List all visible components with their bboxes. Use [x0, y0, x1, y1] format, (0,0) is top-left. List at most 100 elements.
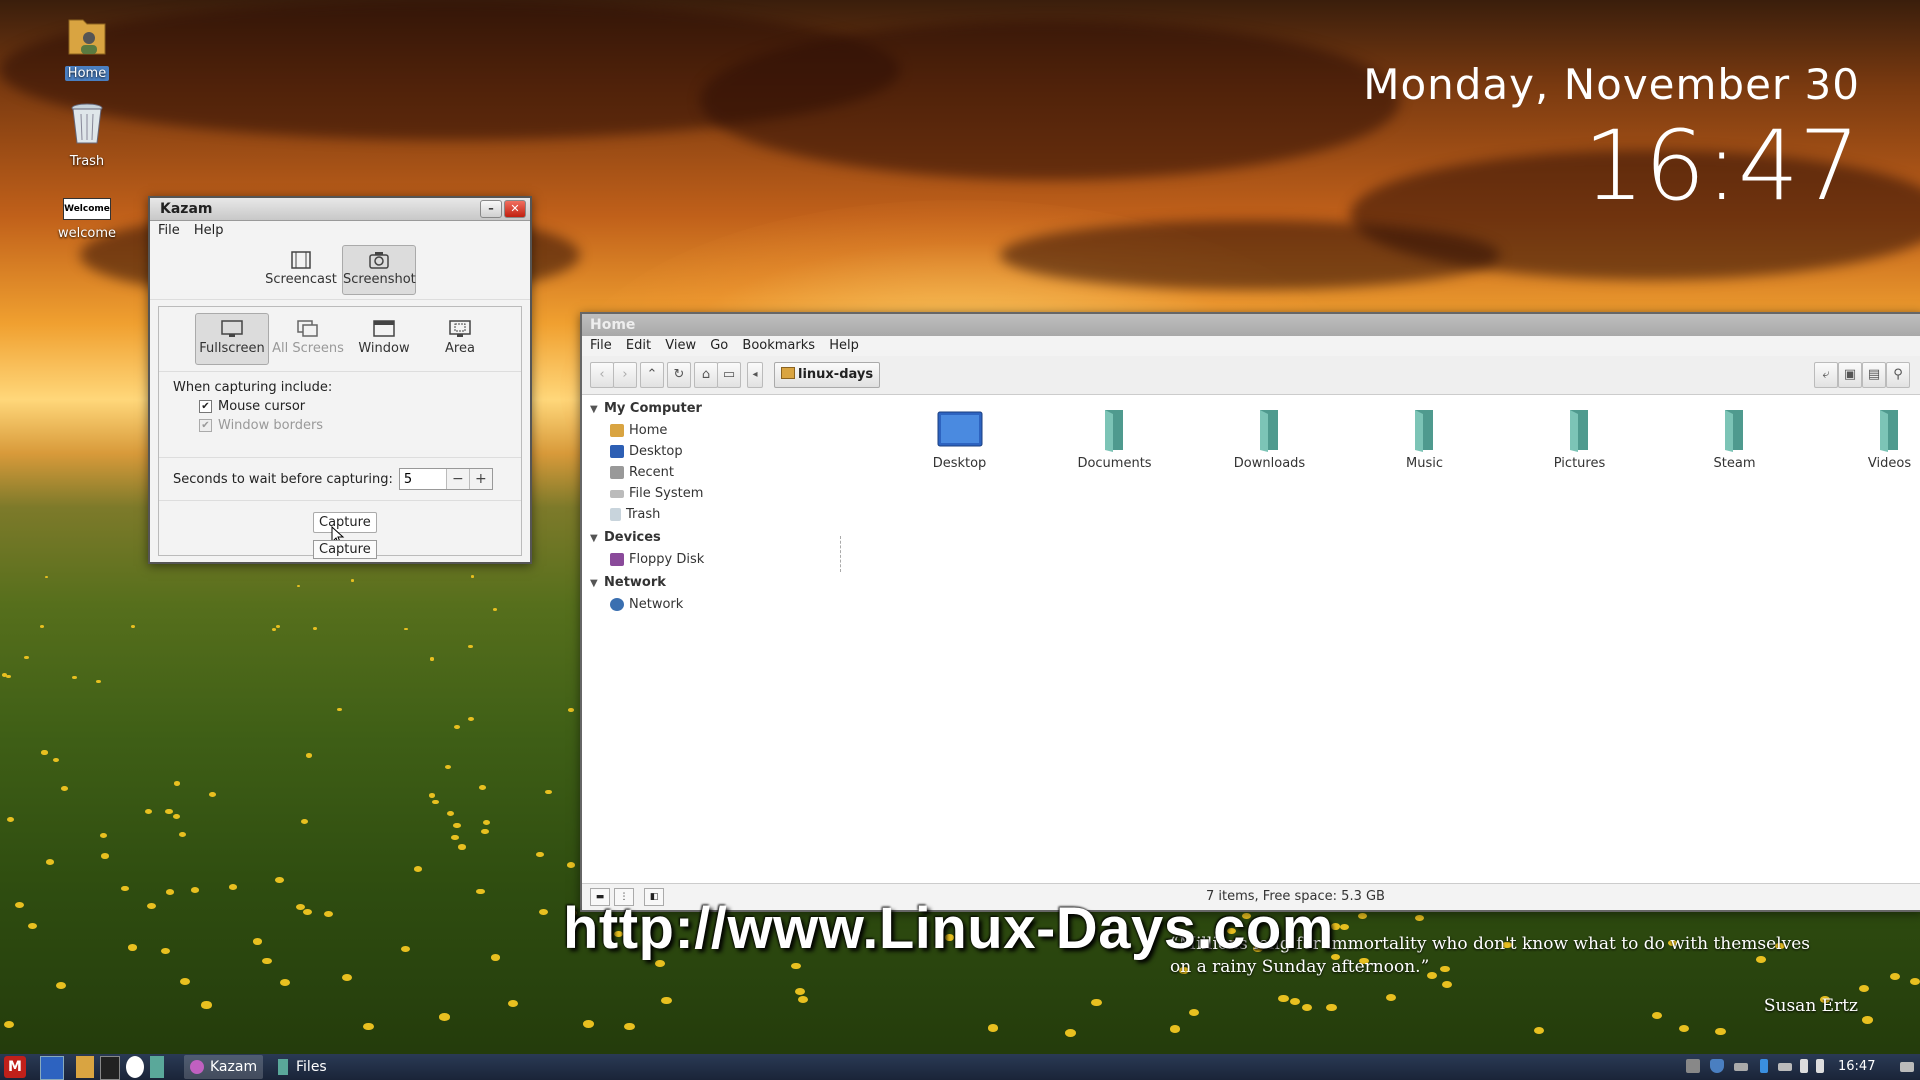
- flower-decoration: [5, 674, 11, 679]
- flower-decoration: [336, 707, 343, 712]
- sidebar-section-my-computer[interactable]: ▼ My Computer: [582, 396, 842, 420]
- file-manager-toolbar: ‹ › ⌃ ↻ ⌂ ▭ ◂ linux-days ⤶ ▣ ▤ ⚲: [582, 356, 1920, 395]
- show-desktop-tray-icon[interactable]: [1900, 1062, 1914, 1072]
- folder-item-desktop[interactable]: Desktop: [882, 408, 1037, 471]
- power-tray-icon[interactable]: [1800, 1059, 1808, 1073]
- file-manager-titlebar[interactable]: Home: [582, 314, 1920, 336]
- flower-decoration: [1188, 1009, 1200, 1017]
- sidebar-item-recent[interactable]: Recent: [582, 462, 842, 483]
- menu-file[interactable]: File: [590, 338, 612, 353]
- flower-decoration: [451, 835, 459, 841]
- menu-help[interactable]: Help: [829, 338, 859, 353]
- flower-decoration: [623, 1022, 635, 1031]
- window-title: Home: [590, 317, 636, 333]
- terminal-launcher-icon[interactable]: [100, 1056, 120, 1080]
- window-button[interactable]: Window: [347, 313, 421, 365]
- recent-icon: [610, 466, 624, 479]
- folder-item-pictures[interactable]: Pictures: [1502, 408, 1657, 471]
- taskbar-item-kazam[interactable]: Kazam: [184, 1055, 264, 1079]
- sidebar-item-desktop[interactable]: Desktop: [582, 441, 842, 462]
- folder-item-downloads[interactable]: Downloads: [1192, 408, 1347, 471]
- kazam-titlebar[interactable]: Kazam – ✕: [150, 198, 530, 221]
- flower-decoration: [100, 853, 109, 859]
- sidebar-resize-handle[interactable]: [840, 536, 841, 572]
- window-borders-option[interactable]: ✔ Window borders: [159, 414, 521, 433]
- menu-bookmarks[interactable]: Bookmarks: [742, 338, 815, 353]
- screenshot-button[interactable]: Screenshot: [342, 245, 416, 295]
- desktop-icon-home[interactable]: Home: [42, 12, 132, 81]
- menu-view[interactable]: View: [665, 338, 696, 353]
- desktop-icon-trash[interactable]: Trash: [42, 100, 132, 169]
- up-icon[interactable]: ⌃: [640, 362, 664, 388]
- reload-icon[interactable]: ↻: [667, 362, 691, 388]
- menu-logo-icon[interactable]: M: [4, 1056, 26, 1078]
- screencast-button[interactable]: Screencast: [264, 245, 338, 295]
- folder-item-music[interactable]: Music: [1347, 408, 1502, 471]
- mouse-cursor-option[interactable]: ✔ Mouse cursor: [159, 395, 521, 414]
- sidebar-item-network[interactable]: Network: [582, 594, 842, 615]
- browser-launcher-icon[interactable]: [126, 1056, 144, 1078]
- fullscreen-button[interactable]: Fullscreen: [195, 313, 269, 365]
- new-folder-icon[interactable]: ▤: [1862, 362, 1886, 388]
- home-folder-icon: [68, 19, 106, 55]
- flower-decoration: [444, 764, 452, 770]
- sound-tray-icon[interactable]: [1816, 1059, 1824, 1073]
- delay-input[interactable]: [399, 469, 446, 489]
- flower-decoration: [128, 944, 138, 951]
- computer-icon[interactable]: ▭: [717, 362, 741, 388]
- sidebar-item-home[interactable]: Home: [582, 420, 842, 441]
- panel-clock[interactable]: 16:47: [1838, 1056, 1875, 1078]
- desklet-date: Monday, November 30: [1363, 60, 1860, 109]
- home-icon[interactable]: ⌂: [694, 362, 718, 388]
- taskbar-item-files[interactable]: Files: [270, 1055, 333, 1079]
- network-tray-icon[interactable]: [1778, 1063, 1792, 1071]
- folder-item-documents[interactable]: Documents: [1037, 408, 1192, 471]
- sidebar-item-floppy-disk[interactable]: Floppy Disk: [582, 549, 842, 570]
- minimize-button[interactable]: –: [480, 200, 502, 218]
- recording-tray-icon[interactable]: [1686, 1059, 1700, 1073]
- folder-label: Desktop: [932, 456, 987, 471]
- back-icon[interactable]: ‹: [590, 362, 614, 388]
- increment-button[interactable]: +: [468, 469, 492, 489]
- sidebar-section-devices[interactable]: ▼ Devices: [582, 525, 842, 549]
- shield-tray-icon[interactable]: [1710, 1059, 1724, 1073]
- flower-decoration: [55, 981, 66, 989]
- flower-decoration: [1091, 998, 1102, 1007]
- breadcrumb-folder[interactable]: linux-days: [774, 362, 881, 388]
- flower-decoration: [791, 962, 801, 970]
- drive-tray-icon[interactable]: [1734, 1063, 1748, 1071]
- menu-go[interactable]: Go: [710, 338, 728, 353]
- flower-decoration: [429, 657, 435, 661]
- breadcrumb-left-icon[interactable]: ◂: [747, 362, 763, 388]
- desktop-icon-welcome[interactable]: Welcome welcome: [42, 198, 132, 241]
- folder-launcher-icon[interactable]: [150, 1056, 164, 1078]
- flower-decoration: [350, 579, 355, 582]
- places-sidebar: ▼ My Computer Home Desktop Recent File Sy…: [582, 396, 842, 884]
- area-button[interactable]: Area: [423, 313, 497, 365]
- bluetooth-tray-icon[interactable]: [1760, 1059, 1768, 1073]
- flower-decoration: [1651, 1011, 1663, 1020]
- window-borders-checkbox[interactable]: ✔: [199, 419, 212, 432]
- menu-file[interactable]: File: [158, 223, 180, 238]
- folder-item-steam[interactable]: Steam: [1657, 408, 1812, 471]
- folder-label: Music: [1406, 456, 1443, 471]
- menu-edit[interactable]: Edit: [626, 338, 651, 353]
- close-button[interactable]: ✕: [504, 200, 526, 218]
- files-launcher-icon[interactable]: [76, 1056, 94, 1078]
- terminal-icon[interactable]: ▣: [1838, 362, 1862, 388]
- flower-decoration: [582, 1020, 594, 1028]
- sidebar-item-file-system[interactable]: File System: [582, 483, 842, 504]
- folder-item-videos[interactable]: Videos: [1812, 408, 1920, 471]
- show-desktop-icon[interactable]: [40, 1056, 64, 1080]
- folder-icon: [1879, 410, 1898, 452]
- sidebar-section-network[interactable]: ▼ Network: [582, 570, 842, 594]
- sidebar-item-trash[interactable]: Trash: [582, 504, 842, 525]
- all-screens-button[interactable]: All Screens: [271, 313, 345, 365]
- menu-help[interactable]: Help: [194, 223, 224, 238]
- forward-icon[interactable]: ›: [613, 362, 637, 388]
- window-icon: [373, 320, 395, 337]
- mouse-cursor-checkbox[interactable]: ✔: [199, 400, 212, 413]
- decrement-button[interactable]: −: [445, 469, 469, 489]
- search-icon[interactable]: ⚲: [1886, 362, 1910, 388]
- toggle-location-icon[interactable]: ⤶: [1814, 362, 1838, 388]
